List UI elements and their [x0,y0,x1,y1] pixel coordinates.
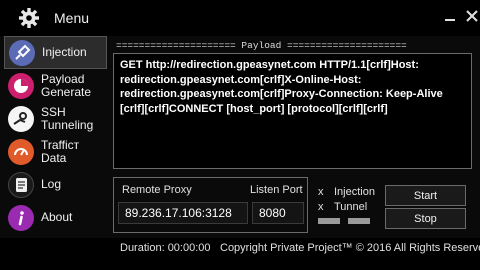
close-icon[interactable] [464,8,480,24]
tunnel-checkbox-label: Tunnel [334,201,368,213]
sidebar-item-payload-generate[interactable]: Payload Generate [4,69,107,102]
start-button[interactable]: Start [385,185,466,206]
gear-icon [18,7,40,29]
duration-text: Duration: 00:00:00 [120,242,211,254]
sidebar-item-injection[interactable]: Injection [4,36,107,69]
injection-indicator [318,218,340,224]
listen-port-input[interactable]: 8080 [252,202,304,224]
copyright-text: Copyright Private Project™ © 2016 All Ri… [220,242,480,254]
injection-checkbox[interactable]: x Injection [318,186,375,198]
injection-checkbox-label: Injection [334,186,375,198]
syringe-icon [9,39,35,66]
remote-proxy-label: Remote Proxy [122,184,192,196]
pie-chart-icon [8,72,34,99]
listen-port-label: Listen Port [250,184,303,196]
tunnel-checkbox[interactable]: x Tunnel [318,201,367,213]
sidebar-item-log[interactable]: Log [4,168,107,201]
tunnel-indicator [348,218,370,224]
menu-label: Menu [54,10,90,26]
payload-textarea[interactable]: GET http://redirection.gpeasynet.com HTT… [113,53,472,169]
sidebar-item-traffic-data[interactable]: Trafficт Data [4,135,107,168]
remote-proxy-input[interactable]: 89.236.17.106:3128 [118,202,248,224]
checkbox-x-icon: x [318,201,324,213]
minimize-icon[interactable] [442,8,458,24]
proxy-settings-panel: Remote Proxy Listen Port 89.236.17.106:3… [113,177,308,233]
title-bar: Menu [0,0,480,36]
menu-button[interactable]: Menu [6,5,96,31]
checkbox-x-icon: x [318,186,324,198]
stop-button[interactable]: Stop [385,208,466,229]
info-icon [8,204,34,231]
payload-text: GET http://redirection.gpeasynet.com HTT… [120,59,443,115]
status-bar: Duration: 00:00:00 Copyright Private Pro… [0,238,480,270]
gauge-icon [8,138,34,165]
payload-title: ===================== Payload ==========… [116,40,407,51]
notebook-icon [8,171,34,198]
sidebar-item-about[interactable]: About [4,201,107,234]
sidebar-item-ssh-tunneling[interactable]: SSH Tunneling [4,102,107,135]
sidebar: Injection Payload Generate SSH Tunneling… [4,36,107,234]
hand-key-icon [8,105,34,132]
